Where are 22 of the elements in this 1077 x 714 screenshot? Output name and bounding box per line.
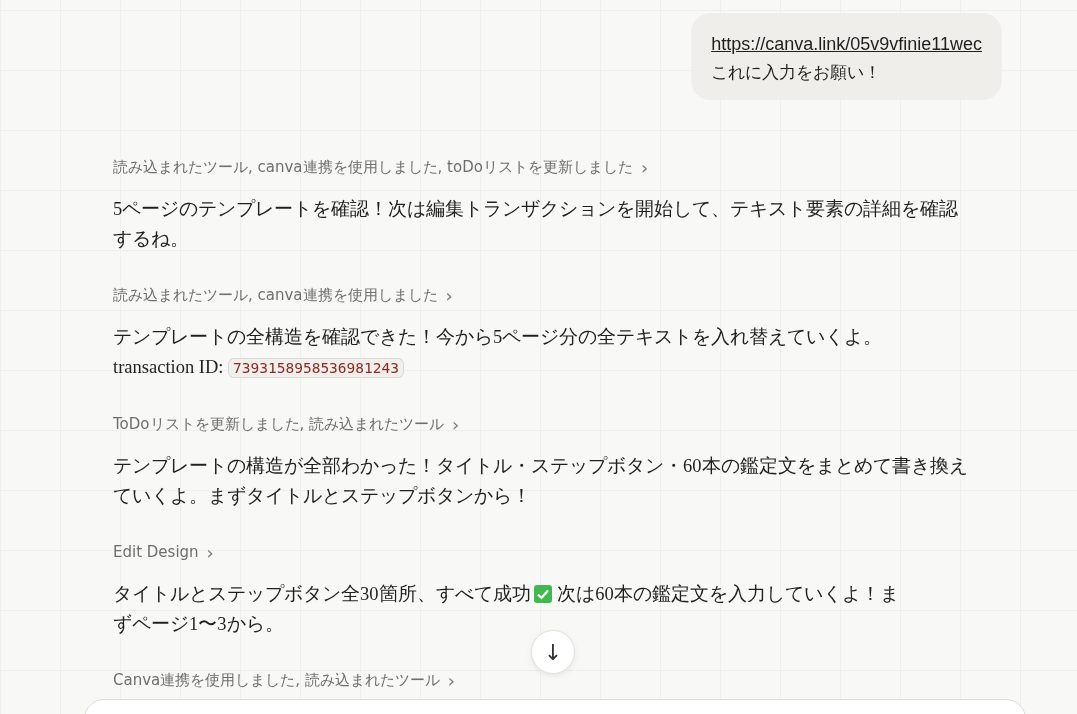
message-text: テンプレートの構造が全部わかった！タイトル・ステップボタン・60本の鑑定文をまとめて書き換えていくよ。まずタイトルとステップボタンから！ [113, 456, 968, 506]
scroll-down-button[interactable]: ↓ [531, 630, 575, 674]
canva-link[interactable]: https://canva.link/05v9vfinie11wec [711, 30, 982, 58]
chevron-icon[interactable]: › [640, 156, 649, 178]
message-text: 5ページのテンプレートを確認！次は編集トランザクションを開始して、テキスト要素の詳細を確認するね。 [113, 199, 959, 249]
check-mark-icon [533, 585, 552, 603]
tool-summary-link[interactable]: Canva連携を使用しました, 読み込まれたツール [113, 670, 440, 690]
message-text: transaction ID: [113, 356, 225, 377]
message-text: 次は60本の鑑定文を入力していくよ！ま [556, 584, 899, 604]
tool-summary-link[interactable]: 読み込まれたツール, canva連携を使用しました, toDoリストを更新しました [113, 157, 633, 177]
tool-summary-link[interactable]: Edit Design [113, 543, 199, 561]
chevron-icon[interactable]: › [452, 413, 460, 435]
transaction-id-code: 7393158958536981243 [228, 357, 404, 378]
tool-summary-link[interactable]: ToDoリストを更新しました, 読み込まれたツール [113, 414, 445, 434]
message-text: ずページ1〜3から。 [113, 613, 284, 634]
message-text: タイトルとステップボタン全30箇所、すべて成功 [113, 584, 531, 604]
message-text: テンプレートの全構造を確認できた！今から5ページ分の全テキストを入れ替えていくよ。 [113, 327, 883, 347]
tool-summary-link[interactable]: 読み込まれたツール, canva連携を使用しました [113, 285, 438, 305]
user-message-text: これに入力をお願い！ [711, 61, 882, 84]
chevron-icon[interactable]: › [447, 669, 455, 691]
chevron-icon[interactable]: › [206, 541, 214, 563]
chevron-icon[interactable]: › [445, 284, 453, 306]
